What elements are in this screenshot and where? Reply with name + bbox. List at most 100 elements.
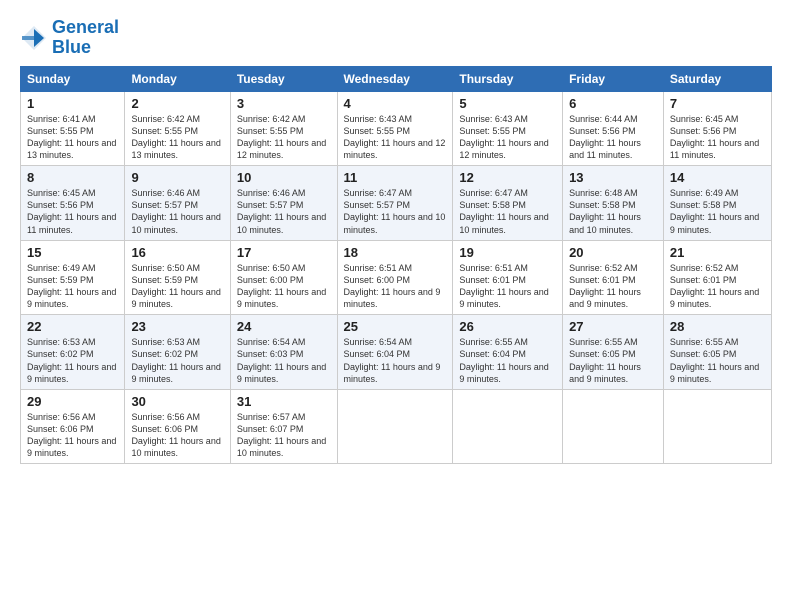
calendar-cell: 27 Sunrise: 6:55 AMSunset: 6:05 PMDaylig… — [563, 315, 664, 390]
calendar-cell: 7 Sunrise: 6:45 AMSunset: 5:56 PMDayligh… — [663, 91, 771, 166]
day-info: Sunrise: 6:45 AMSunset: 5:56 PMDaylight:… — [670, 114, 759, 160]
calendar-cell: 1 Sunrise: 6:41 AMSunset: 5:55 PMDayligh… — [21, 91, 125, 166]
page: General Blue SundayMondayTuesdayWednesda… — [0, 0, 792, 612]
day-info: Sunrise: 6:44 AMSunset: 5:56 PMDaylight:… — [569, 114, 641, 160]
calendar-cell: 13 Sunrise: 6:48 AMSunset: 5:58 PMDaylig… — [563, 166, 664, 241]
calendar-cell: 19 Sunrise: 6:51 AMSunset: 6:01 PMDaylig… — [453, 240, 563, 315]
day-info: Sunrise: 6:53 AMSunset: 6:02 PMDaylight:… — [131, 337, 220, 383]
logo: General Blue — [20, 18, 119, 58]
calendar-week-row: 29 Sunrise: 6:56 AMSunset: 6:06 PMDaylig… — [21, 389, 772, 464]
calendar-cell: 11 Sunrise: 6:47 AMSunset: 5:57 PMDaylig… — [337, 166, 453, 241]
day-number: 17 — [237, 245, 331, 260]
day-number: 13 — [569, 170, 657, 185]
day-number: 10 — [237, 170, 331, 185]
calendar-cell: 24 Sunrise: 6:54 AMSunset: 6:03 PMDaylig… — [230, 315, 337, 390]
day-number: 19 — [459, 245, 556, 260]
calendar-cell: 20 Sunrise: 6:52 AMSunset: 6:01 PMDaylig… — [563, 240, 664, 315]
day-info: Sunrise: 6:51 AMSunset: 6:01 PMDaylight:… — [459, 263, 548, 309]
calendar-cell — [453, 389, 563, 464]
calendar-week-row: 1 Sunrise: 6:41 AMSunset: 5:55 PMDayligh… — [21, 91, 772, 166]
day-number: 20 — [569, 245, 657, 260]
calendar-cell: 25 Sunrise: 6:54 AMSunset: 6:04 PMDaylig… — [337, 315, 453, 390]
day-number: 15 — [27, 245, 118, 260]
calendar-week-row: 22 Sunrise: 6:53 AMSunset: 6:02 PMDaylig… — [21, 315, 772, 390]
day-number: 1 — [27, 96, 118, 111]
calendar-cell: 12 Sunrise: 6:47 AMSunset: 5:58 PMDaylig… — [453, 166, 563, 241]
weekday-header: Wednesday — [337, 66, 453, 91]
day-info: Sunrise: 6:43 AMSunset: 5:55 PMDaylight:… — [459, 114, 548, 160]
day-number: 8 — [27, 170, 118, 185]
calendar-table: SundayMondayTuesdayWednesdayThursdayFrid… — [20, 66, 772, 465]
day-number: 26 — [459, 319, 556, 334]
day-info: Sunrise: 6:55 AMSunset: 6:05 PMDaylight:… — [569, 337, 641, 383]
calendar-cell: 18 Sunrise: 6:51 AMSunset: 6:00 PMDaylig… — [337, 240, 453, 315]
calendar-cell: 17 Sunrise: 6:50 AMSunset: 6:00 PMDaylig… — [230, 240, 337, 315]
calendar-cell: 8 Sunrise: 6:45 AMSunset: 5:56 PMDayligh… — [21, 166, 125, 241]
calendar-cell: 4 Sunrise: 6:43 AMSunset: 5:55 PMDayligh… — [337, 91, 453, 166]
day-info: Sunrise: 6:47 AMSunset: 5:57 PMDaylight:… — [344, 188, 446, 234]
day-number: 2 — [131, 96, 223, 111]
weekday-header: Thursday — [453, 66, 563, 91]
day-info: Sunrise: 6:56 AMSunset: 6:06 PMDaylight:… — [27, 412, 116, 458]
day-info: Sunrise: 6:54 AMSunset: 6:03 PMDaylight:… — [237, 337, 326, 383]
calendar-cell — [563, 389, 664, 464]
calendar-cell: 10 Sunrise: 6:46 AMSunset: 5:57 PMDaylig… — [230, 166, 337, 241]
header: General Blue — [20, 18, 772, 58]
day-number: 27 — [569, 319, 657, 334]
day-number: 18 — [344, 245, 447, 260]
calendar-cell: 30 Sunrise: 6:56 AMSunset: 6:06 PMDaylig… — [125, 389, 230, 464]
day-info: Sunrise: 6:43 AMSunset: 5:55 PMDaylight:… — [344, 114, 446, 160]
day-info: Sunrise: 6:52 AMSunset: 6:01 PMDaylight:… — [670, 263, 759, 309]
calendar-cell: 14 Sunrise: 6:49 AMSunset: 5:58 PMDaylig… — [663, 166, 771, 241]
day-number: 5 — [459, 96, 556, 111]
calendar-cell — [337, 389, 453, 464]
day-number: 22 — [27, 319, 118, 334]
day-info: Sunrise: 6:42 AMSunset: 5:55 PMDaylight:… — [131, 114, 220, 160]
calendar-cell: 29 Sunrise: 6:56 AMSunset: 6:06 PMDaylig… — [21, 389, 125, 464]
day-info: Sunrise: 6:48 AMSunset: 5:58 PMDaylight:… — [569, 188, 641, 234]
day-number: 14 — [670, 170, 765, 185]
day-number: 30 — [131, 394, 223, 409]
calendar-cell: 16 Sunrise: 6:50 AMSunset: 5:59 PMDaylig… — [125, 240, 230, 315]
day-number: 28 — [670, 319, 765, 334]
day-info: Sunrise: 6:45 AMSunset: 5:56 PMDaylight:… — [27, 188, 116, 234]
calendar-week-row: 15 Sunrise: 6:49 AMSunset: 5:59 PMDaylig… — [21, 240, 772, 315]
weekday-header: Saturday — [663, 66, 771, 91]
day-info: Sunrise: 6:56 AMSunset: 6:06 PMDaylight:… — [131, 412, 220, 458]
day-info: Sunrise: 6:57 AMSunset: 6:07 PMDaylight:… — [237, 412, 326, 458]
calendar-cell: 21 Sunrise: 6:52 AMSunset: 6:01 PMDaylig… — [663, 240, 771, 315]
day-number: 3 — [237, 96, 331, 111]
day-info: Sunrise: 6:55 AMSunset: 6:05 PMDaylight:… — [670, 337, 759, 383]
day-number: 23 — [131, 319, 223, 334]
day-info: Sunrise: 6:54 AMSunset: 6:04 PMDaylight:… — [344, 337, 441, 383]
day-info: Sunrise: 6:47 AMSunset: 5:58 PMDaylight:… — [459, 188, 548, 234]
weekday-header: Sunday — [21, 66, 125, 91]
day-info: Sunrise: 6:46 AMSunset: 5:57 PMDaylight:… — [131, 188, 220, 234]
day-number: 31 — [237, 394, 331, 409]
day-info: Sunrise: 6:49 AMSunset: 5:58 PMDaylight:… — [670, 188, 759, 234]
calendar-cell — [663, 389, 771, 464]
day-info: Sunrise: 6:41 AMSunset: 5:55 PMDaylight:… — [27, 114, 116, 160]
weekday-header: Tuesday — [230, 66, 337, 91]
day-info: Sunrise: 6:53 AMSunset: 6:02 PMDaylight:… — [27, 337, 116, 383]
day-number: 29 — [27, 394, 118, 409]
logo-text: General Blue — [52, 18, 119, 58]
calendar-cell: 22 Sunrise: 6:53 AMSunset: 6:02 PMDaylig… — [21, 315, 125, 390]
day-number: 25 — [344, 319, 447, 334]
calendar-cell: 6 Sunrise: 6:44 AMSunset: 5:56 PMDayligh… — [563, 91, 664, 166]
day-number: 24 — [237, 319, 331, 334]
weekday-header: Friday — [563, 66, 664, 91]
day-number: 7 — [670, 96, 765, 111]
calendar-week-row: 8 Sunrise: 6:45 AMSunset: 5:56 PMDayligh… — [21, 166, 772, 241]
day-info: Sunrise: 6:55 AMSunset: 6:04 PMDaylight:… — [459, 337, 548, 383]
calendar-cell: 23 Sunrise: 6:53 AMSunset: 6:02 PMDaylig… — [125, 315, 230, 390]
day-number: 9 — [131, 170, 223, 185]
calendar-cell: 15 Sunrise: 6:49 AMSunset: 5:59 PMDaylig… — [21, 240, 125, 315]
day-info: Sunrise: 6:49 AMSunset: 5:59 PMDaylight:… — [27, 263, 116, 309]
day-info: Sunrise: 6:46 AMSunset: 5:57 PMDaylight:… — [237, 188, 326, 234]
day-info: Sunrise: 6:51 AMSunset: 6:00 PMDaylight:… — [344, 263, 441, 309]
calendar-cell: 2 Sunrise: 6:42 AMSunset: 5:55 PMDayligh… — [125, 91, 230, 166]
day-number: 4 — [344, 96, 447, 111]
calendar-cell: 26 Sunrise: 6:55 AMSunset: 6:04 PMDaylig… — [453, 315, 563, 390]
calendar-cell: 5 Sunrise: 6:43 AMSunset: 5:55 PMDayligh… — [453, 91, 563, 166]
